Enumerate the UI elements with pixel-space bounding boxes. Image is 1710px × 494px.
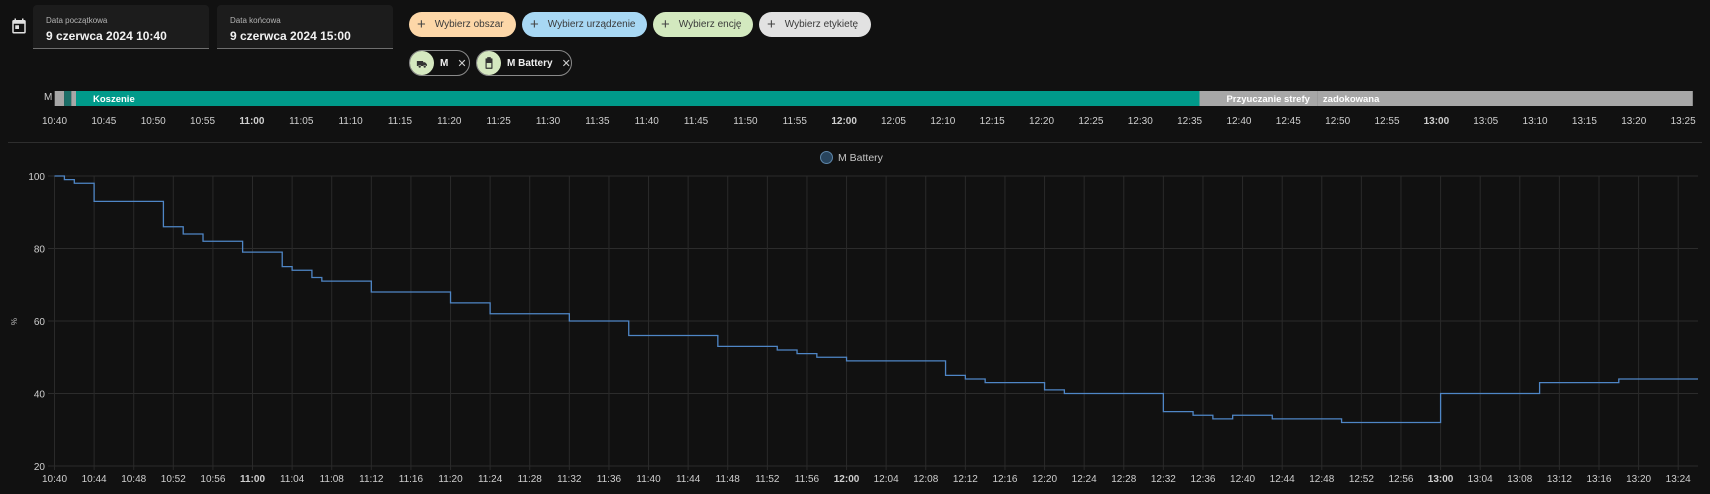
timeline-tick-label: 13:25 <box>1671 116 1696 127</box>
x-tick-label: 12:00 <box>834 474 860 485</box>
x-tick-label: 12:36 <box>1190 474 1215 485</box>
x-tick-label: 12:56 <box>1388 474 1413 485</box>
x-tick-label: 11:56 <box>795 474 820 485</box>
x-tick-label: 11:44 <box>676 474 701 485</box>
timeline-tick-label: 10:40 <box>42 116 67 127</box>
y-tick-label: 60 <box>34 317 46 328</box>
timeline-segment-label: Przyuczanie strefy <box>1226 94 1310 105</box>
x-tick-label: 13:16 <box>1586 474 1611 485</box>
timeline-tick-label: 11:10 <box>338 116 363 127</box>
timeline-segment <box>54 91 65 106</box>
timeline-segment <box>64 91 72 106</box>
x-tick-label: 10:44 <box>82 474 107 485</box>
x-tick-label: 11:08 <box>320 474 345 485</box>
timeline-tick-label: 11:00 <box>239 116 264 127</box>
x-tick-label: 13:08 <box>1507 474 1532 485</box>
timeline-tick-label: 11:25 <box>487 116 512 127</box>
timeline-tick-label: 13:15 <box>1572 116 1597 127</box>
x-tick-label: 13:04 <box>1468 474 1493 485</box>
timeline-tick-label: 12:15 <box>980 116 1005 127</box>
timeline-segment <box>71 91 77 106</box>
x-tick-label: 12:16 <box>992 474 1017 485</box>
x-tick-label: 13:00 <box>1428 474 1454 485</box>
x-tick-label: 13:24 <box>1666 474 1691 485</box>
x-tick-label: 12:20 <box>1032 474 1057 485</box>
timeline-tick-label: 12:45 <box>1276 116 1301 127</box>
timeline-tick-label: 11:40 <box>635 116 660 127</box>
x-tick-label: 11:28 <box>518 474 543 485</box>
x-tick-label: 12:04 <box>874 474 899 485</box>
timeline-tick-label: 11:20 <box>437 116 462 127</box>
x-tick-label: 11:00 <box>240 474 265 485</box>
x-tick-label: 12:24 <box>1072 474 1097 485</box>
timeline-tick-label: 12:05 <box>881 116 906 127</box>
timeline-tick-label: 10:50 <box>141 116 166 127</box>
timeline-tick-label: 12:25 <box>1078 116 1103 127</box>
timeline-tick-label: 12:00 <box>831 116 857 127</box>
timeline-tick-label: 13:10 <box>1523 116 1548 127</box>
x-tick-label: 11:24 <box>478 474 503 485</box>
x-tick-label: 12:52 <box>1349 474 1374 485</box>
x-tick-label: 11:12 <box>359 474 384 485</box>
timeline-tick-label: 10:45 <box>91 116 116 127</box>
x-tick-label: 10:52 <box>161 474 186 485</box>
x-tick-label: 13:20 <box>1626 474 1651 485</box>
timeline-tick-label: 11:35 <box>585 116 610 127</box>
timeline-tick-label: 12:50 <box>1325 116 1350 127</box>
timeline-tick-label: 11:30 <box>536 116 561 127</box>
x-tick-label: 11:04 <box>280 474 305 485</box>
timeline-tick-label: 11:50 <box>733 116 758 127</box>
timeline-tick-label: 10:55 <box>190 116 215 127</box>
timeline-tick-label: 12:10 <box>930 116 955 127</box>
y-tick-label: 80 <box>34 245 46 256</box>
x-tick-label: 10:48 <box>121 474 146 485</box>
timeline-tick-label: 11:05 <box>289 116 314 127</box>
x-tick-label: 12:08 <box>913 474 938 485</box>
history-chart: Koszenie Przyuczanie strefy zadokowana 10:4… <box>28 91 1698 485</box>
x-tick-label: 11:16 <box>399 474 424 485</box>
x-tick-label: 11:48 <box>716 474 741 485</box>
timeline-tick-label: 13:05 <box>1473 116 1498 127</box>
x-tick-label: 11:36 <box>597 474 622 485</box>
timeline-segment-label: zadokowana <box>1323 94 1380 105</box>
x-tick-label: 12:40 <box>1230 474 1255 485</box>
x-tick-label: 11:20 <box>438 474 463 485</box>
x-tick-label: 13:12 <box>1547 474 1572 485</box>
timeline-segment-label: Koszenie <box>93 94 135 105</box>
x-tick-label: 11:52 <box>755 474 780 485</box>
x-tick-label: 10:56 <box>200 474 225 485</box>
timeline-tick-label: 12:20 <box>1029 116 1054 127</box>
x-tick-label: 11:40 <box>636 474 661 485</box>
battery-series-line <box>54 175 1698 424</box>
timeline-tick-label: 12:40 <box>1226 116 1251 127</box>
timeline-tick-label: 12:35 <box>1177 116 1202 127</box>
timeline-tick-label: 12:30 <box>1128 116 1153 127</box>
x-tick-label: 12:12 <box>953 474 978 485</box>
x-tick-label: 12:28 <box>1111 474 1136 485</box>
x-tick-label: 12:44 <box>1270 474 1295 485</box>
timeline-tick-label: 11:15 <box>388 116 413 127</box>
x-tick-label: 12:32 <box>1151 474 1176 485</box>
timeline-tick-label: 11:45 <box>684 116 709 127</box>
x-tick-label: 12:48 <box>1309 474 1334 485</box>
timeline-tick-label: 13:20 <box>1621 116 1646 127</box>
timeline-segment <box>76 91 1200 106</box>
x-tick-label: 10:40 <box>42 474 67 485</box>
timeline-tick-label: 11:55 <box>783 116 808 127</box>
x-tick-label: 11:32 <box>557 474 582 485</box>
timeline-tick-label: 12:55 <box>1374 116 1399 127</box>
y-tick-label: 20 <box>34 462 46 473</box>
y-tick-label: 40 <box>34 390 46 401</box>
y-tick-label: 100 <box>28 172 45 183</box>
timeline-tick-label: 13:00 <box>1424 116 1450 127</box>
